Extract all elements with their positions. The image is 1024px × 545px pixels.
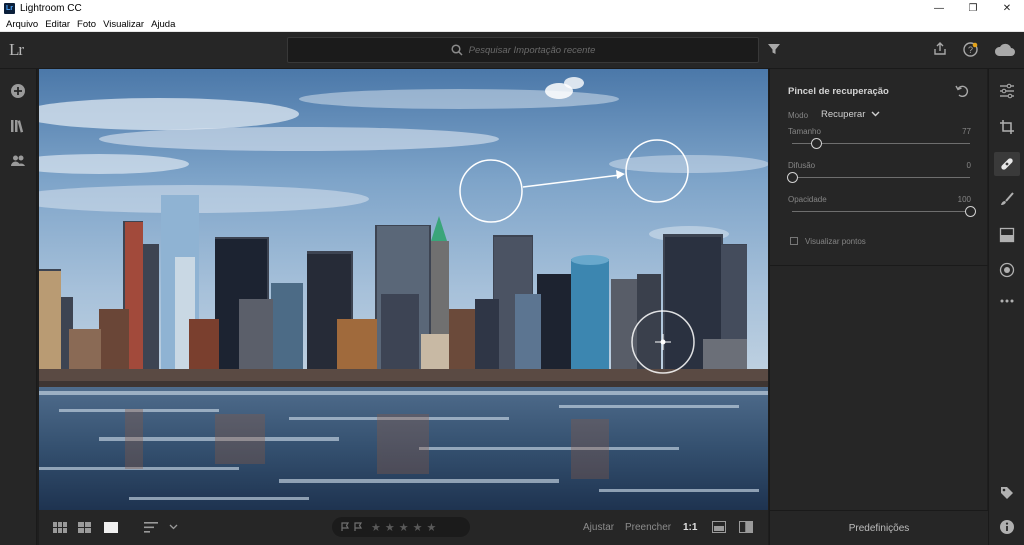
grid-large-icon[interactable] — [78, 522, 91, 533]
share-icon[interactable] — [933, 42, 947, 56]
mode-label: Modo — [788, 111, 809, 120]
menu-arquivo[interactable]: Arquivo — [6, 19, 38, 30]
crop-icon[interactable] — [999, 119, 1015, 135]
search-placeholder: Pesquisar Importação recente — [468, 44, 596, 56]
opacity-slider-track[interactable] — [792, 211, 970, 212]
minimize-button[interactable]: — — [922, 0, 956, 17]
close-button[interactable]: ✕ — [990, 0, 1024, 17]
linear-gradient-icon[interactable] — [999, 227, 1015, 243]
menu-foto[interactable]: Foto — [77, 19, 96, 30]
left-rail — [0, 69, 37, 545]
fill-button[interactable]: Preencher — [625, 522, 671, 533]
feather-slider-track[interactable] — [792, 177, 970, 178]
presets-label: Predefinições — [848, 522, 910, 534]
healing-brush-panel: Pincel de recuperação Modo Recuperar Tam… — [769, 69, 988, 545]
panel-title: Pincel de recuperação — [788, 86, 889, 97]
opacity-value[interactable]: 100 — [958, 195, 971, 204]
feather-label: Difusão — [788, 161, 816, 170]
library-icon[interactable] — [10, 118, 26, 134]
menu-visualizar[interactable]: Visualizar — [103, 19, 144, 30]
sliders-icon[interactable] — [999, 83, 1015, 99]
add-icon[interactable] — [10, 83, 26, 99]
search-bar[interactable]: Pesquisar Importação recente — [287, 37, 759, 63]
city-skyline-photo — [39, 69, 768, 510]
tag-icon[interactable] — [999, 485, 1015, 501]
reset-icon[interactable] — [955, 85, 969, 97]
flag-reject-icon[interactable] — [353, 522, 363, 532]
menu-editar[interactable]: Editar — [45, 19, 70, 30]
info-icon[interactable] — [999, 519, 1015, 535]
opacity-label: Opacidade — [788, 195, 827, 204]
right-rail — [988, 69, 1024, 545]
flag-pick-icon[interactable] — [340, 522, 350, 532]
radial-gradient-icon[interactable] — [999, 262, 1015, 278]
filter-icon[interactable] — [767, 42, 781, 56]
grid-small-icon[interactable] — [53, 522, 67, 533]
rating-stars[interactable]: ★★★★★ — [371, 521, 440, 534]
menu-bar: Arquivo Editar Foto Visualizar Ajuda — [0, 17, 1024, 32]
top-bar: Lr Pesquisar Importação recente ? — [0, 32, 1024, 69]
compare-icon[interactable] — [739, 521, 753, 533]
window-title: Lightroom CC — [20, 3, 82, 14]
sort-icon[interactable] — [144, 522, 158, 533]
title-bar: Lr Lightroom CC — ❐ ✕ — [0, 0, 1024, 17]
size-slider-thumb[interactable] — [811, 138, 823, 149]
search-icon — [451, 44, 463, 56]
window-controls: — ❐ ✕ — [922, 0, 1024, 17]
mode-value: Recuperar — [821, 109, 866, 120]
maximize-button[interactable]: ❐ — [956, 0, 990, 17]
panel-divider — [770, 265, 988, 266]
size-value[interactable]: 77 — [962, 127, 971, 136]
feather-slider-thumb[interactable] — [786, 172, 798, 183]
show-spots-checkbox[interactable] — [790, 237, 798, 245]
svg-text:?: ? — [968, 45, 973, 55]
bottom-bar: ★★★★★ Ajustar Preencher 1:1 — [39, 510, 768, 545]
people-icon[interactable] — [10, 153, 26, 169]
photo-canvas[interactable] — [39, 69, 768, 510]
feather-value[interactable]: 0 — [967, 161, 971, 170]
rating-bar[interactable]: ★★★★★ — [332, 517, 470, 537]
size-label: Tamanho — [788, 127, 821, 136]
opacity-slider-thumb[interactable] — [964, 206, 976, 217]
help-icon[interactable]: ? — [963, 42, 978, 57]
fit-button[interactable]: Ajustar — [583, 522, 614, 533]
one-to-one-button[interactable]: 1:1 — [683, 522, 697, 533]
lr-logo: Lr — [9, 40, 24, 59]
chevron-down-icon — [871, 111, 880, 117]
more-icon[interactable] — [999, 298, 1015, 304]
bandage-icon[interactable] — [999, 156, 1015, 172]
brush-icon[interactable] — [999, 191, 1015, 207]
mode-select[interactable]: Recuperar — [821, 109, 880, 120]
single-view-icon[interactable] — [104, 522, 118, 533]
cloud-icon[interactable] — [994, 43, 1016, 57]
show-spots-label: Visualizar pontos — [805, 237, 866, 246]
menu-ajuda[interactable]: Ajuda — [151, 19, 175, 30]
lightroom-app-icon: Lr — [4, 3, 15, 14]
presets-button[interactable]: Predefinições — [770, 510, 988, 545]
before-after-icon[interactable] — [712, 521, 726, 533]
chevron-down-icon[interactable] — [169, 524, 178, 530]
